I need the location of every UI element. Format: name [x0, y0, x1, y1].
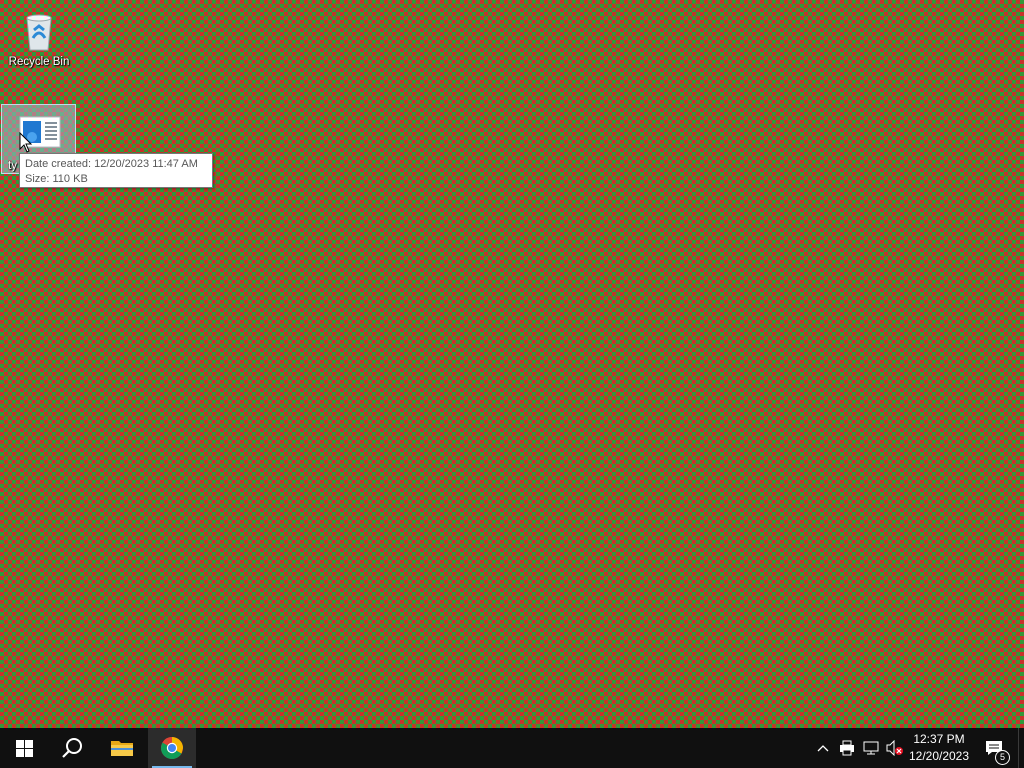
taskbar: 12:37 PM 12/20/2023 5 — [0, 728, 1024, 768]
show-hidden-icons-button[interactable] — [812, 728, 834, 768]
start-button[interactable] — [0, 728, 48, 768]
tray-volume[interactable] — [883, 728, 907, 768]
tooltip-size: Size: 110 KB — [25, 173, 88, 185]
tray-network[interactable] — [859, 728, 883, 768]
printer-icon — [840, 740, 854, 756]
search-button[interactable] — [48, 728, 96, 768]
tooltip-date-created: Date created: 12/20/2023 11:47 AM — [25, 158, 198, 170]
taskbar-clock[interactable]: 12:37 PM 12/20/2023 — [905, 728, 973, 768]
folder-icon — [111, 741, 133, 756]
file-info-tooltip: Date created: 12/20/2023 11:47 AM Size: … — [19, 153, 213, 188]
recycle-bin-icon — [26, 14, 52, 51]
show-desktop-button[interactable] — [1018, 728, 1024, 768]
recycle-bin-label: Recycle Bin — [8, 56, 70, 68]
notification-count-badge: 5 — [995, 750, 1010, 765]
search-icon — [62, 738, 82, 758]
network-icon — [863, 741, 879, 755]
taskbar-file-explorer[interactable] — [98, 728, 146, 768]
desktop[interactable]: Recycle Bin ty Date created: 12/20/2023 … — [0, 0, 1024, 728]
action-center-button[interactable]: 5 — [980, 728, 1010, 768]
mouse-cursor-icon — [19, 132, 33, 153]
chevron-up-icon — [817, 745, 829, 752]
windows-logo-icon — [15, 739, 33, 757]
tray-printer[interactable] — [835, 728, 859, 768]
taskbar-chrome[interactable] — [148, 728, 196, 768]
recycle-bin-shortcut[interactable]: Recycle Bin — [1, 6, 77, 74]
volume-muted-icon — [886, 740, 903, 756]
clock-date: 12/20/2023 — [908, 749, 970, 763]
chrome-icon — [161, 737, 183, 759]
clock-time: 12:37 PM — [913, 732, 965, 746]
